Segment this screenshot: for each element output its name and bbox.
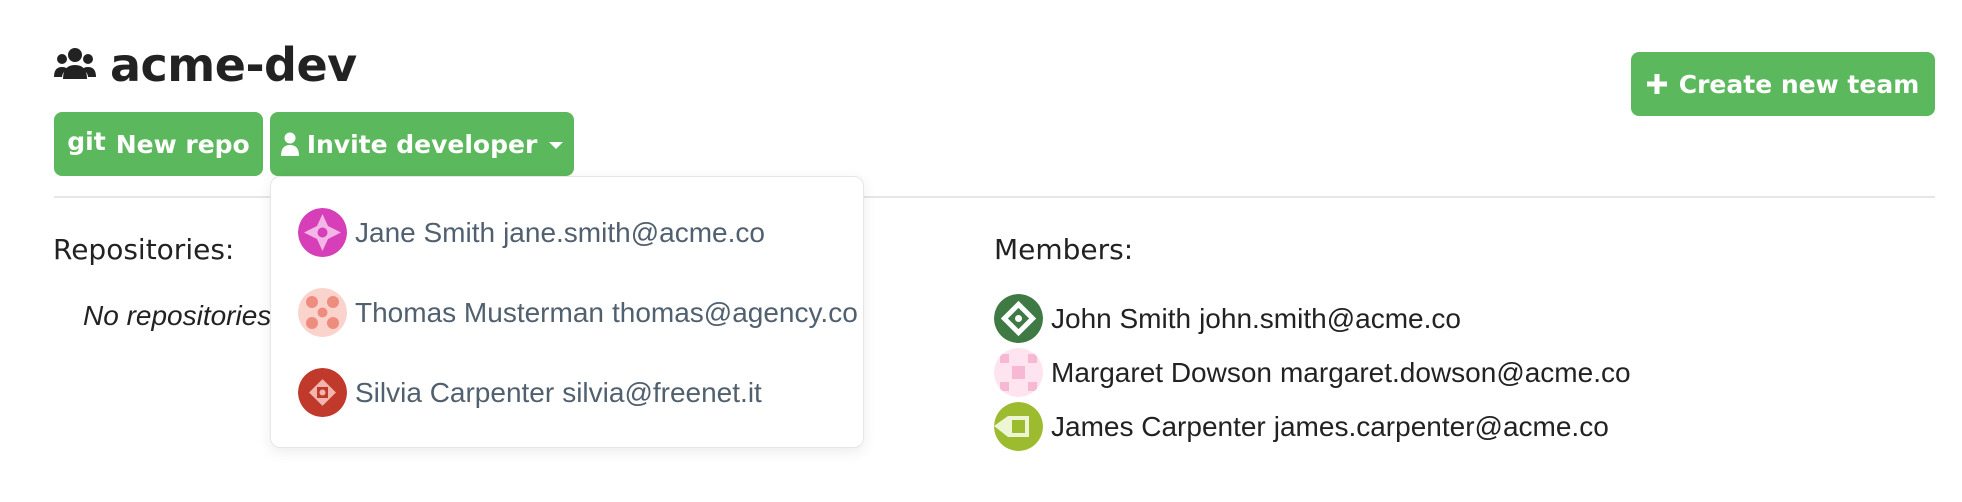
- invite-name: Thomas Musterman: [355, 296, 604, 328]
- member-item: John Smith john.smith@acme.co: [994, 294, 1461, 343]
- invite-email: jane.smith@acme.co: [503, 216, 765, 248]
- avatar: [994, 294, 1043, 343]
- avatar: [298, 288, 347, 337]
- invite-name: Silvia Carpenter: [355, 376, 555, 408]
- invite-menu-item[interactable]: Thomas Musterman thomas@agency.co: [298, 288, 858, 337]
- avatar: [994, 348, 1043, 397]
- avatar: [298, 368, 347, 417]
- member-name: John Smith: [1051, 302, 1192, 334]
- invite-menu-item[interactable]: Jane Smith jane.smith@acme.co: [298, 208, 765, 257]
- member-item: Margaret Dowson margaret.dowson@acme.co: [994, 348, 1631, 397]
- invite-name: Jane Smith: [355, 216, 496, 248]
- create-new-team-label: Create new team: [1678, 69, 1920, 99]
- page-title: acme-dev: [110, 38, 357, 92]
- invite-email: silvia@freenet.it: [562, 376, 762, 408]
- invite-dropdown-menu: Jane Smith jane.smith@acme.co Thomas Mus…: [270, 176, 864, 448]
- users-icon: [54, 48, 96, 79]
- member-email: margaret.dowson@acme.co: [1279, 356, 1631, 388]
- member-item: James Carpenter james.carpenter@acme.co: [994, 402, 1609, 451]
- team-title: acme-dev: [54, 38, 357, 92]
- create-new-team-button[interactable]: Create new team: [1631, 52, 1935, 116]
- invite-developer-button[interactable]: Invite developer: [270, 112, 574, 176]
- invite-developer-label: Invite developer: [306, 129, 538, 159]
- member-name: Margaret Dowson: [1051, 356, 1272, 388]
- new-repo-label: New repo: [115, 129, 250, 159]
- git-icon: git: [67, 126, 106, 156]
- members-label: Members:: [994, 233, 1134, 266]
- user-icon: [280, 132, 299, 156]
- member-email: james.carpenter@acme.co: [1273, 410, 1609, 442]
- invite-email: thomas@agency.co: [611, 296, 858, 328]
- new-repo-button[interactable]: git New repo: [54, 112, 263, 176]
- repositories-label: Repositories:: [53, 233, 235, 266]
- no-repositories-text: No repositories: [83, 300, 272, 331]
- member-email: john.smith@acme.co: [1199, 302, 1461, 334]
- invite-menu-item[interactable]: Silvia Carpenter silvia@freenet.it: [298, 368, 762, 417]
- caret-down-icon: [549, 142, 564, 149]
- plus-icon: [1646, 74, 1667, 94]
- avatar: [994, 402, 1043, 451]
- member-name: James Carpenter: [1051, 410, 1266, 442]
- avatar: [298, 208, 347, 257]
